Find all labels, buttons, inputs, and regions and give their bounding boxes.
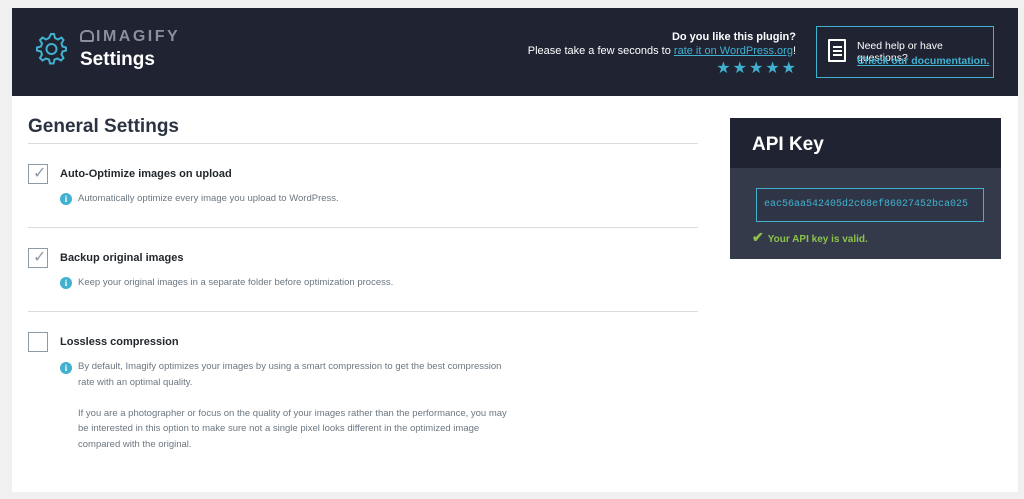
api-key-status: ✔ Your API key is valid. [752,229,868,246]
star-icon[interactable]: ★ [733,61,747,77]
divider [28,143,698,144]
auto-optimize-description: Automatically optimize every image you u… [78,193,339,204]
settings-panel: General Settings ✓ Auto-Optimize images … [12,96,1018,492]
api-key-input[interactable]: eac56aa542405d2c68ef86027452bca025 [756,188,984,222]
checkmark-icon: ✓ [33,249,47,266]
rating-stars[interactable]: ★ ★ ★ ★ ★ [716,61,796,77]
logo-mark-icon [80,30,94,42]
lossless-description: By default, Imagify optimizes your image… [78,359,507,452]
star-icon[interactable]: ★ [765,61,779,77]
imagify-logo: IMAGIFY [80,28,180,46]
gear-icon [36,33,67,65]
header-bar: IMAGIFY Settings Do you like this plugin… [12,8,1018,96]
lossless-description-line: If you are a photographer or focus on th… [78,407,507,419]
lossless-checkbox[interactable] [28,332,48,352]
info-icon: i [60,277,72,289]
check-icon: ✔ [752,229,764,245]
auto-optimize-label[interactable]: Auto-Optimize images on upload [60,168,232,180]
rate-prefix: Please take a few seconds to [527,45,674,57]
divider [28,227,698,228]
rate-question: Do you like this plugin? [671,31,796,43]
backup-checkbox[interactable]: ✓ [28,248,48,268]
star-icon[interactable]: ★ [749,61,763,77]
star-icon[interactable]: ★ [716,61,730,77]
checkmark-icon: ✓ [33,165,47,182]
rate-link[interactable]: rate it on WordPress.org [674,45,793,57]
info-icon: i [60,362,72,374]
info-icon: i [60,193,72,205]
lossless-description-line: be interested in this option to make sur… [78,423,480,434]
document-icon [828,39,846,62]
lossless-description-line: By default, Imagify optimizes your image… [78,361,502,372]
api-key-box: API Key eac56aa542405d2c68ef86027452bca0… [730,118,1001,259]
api-key-title: API Key [730,118,1001,168]
divider [28,311,698,312]
lossless-label[interactable]: Lossless compression [60,336,179,348]
api-key-status-text: Your API key is valid. [767,234,868,245]
rate-suffix: ! [792,45,796,57]
help-box: Need help or have questions? Check our d… [816,26,994,78]
auto-optimize-checkbox[interactable]: ✓ [28,164,48,184]
rate-plugin-text: Do you like this plugin? Please take a f… [528,30,796,58]
documentation-link[interactable]: Check our documentation. [857,55,989,67]
star-icon[interactable]: ★ [782,61,796,77]
section-title: General Settings [28,116,179,137]
backup-description: Keep your original images in a separate … [78,277,394,288]
backup-label[interactable]: Backup original images [60,252,183,264]
lossless-description-line: rate with an optimal quality. [78,376,193,388]
page-title: Settings [80,49,155,70]
lossless-description-line: compared with the original. [78,438,192,450]
